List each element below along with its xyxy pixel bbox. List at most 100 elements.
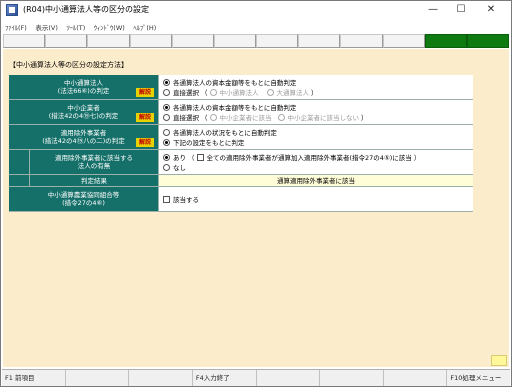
radio-icon [163,163,170,171]
option-label: 直接選択 [173,89,199,97]
row-value: あり （ 全ての適用除外事業者が通算加入適用除外事業者(措令27の4⑤)に該当 … [159,150,473,174]
window-title: (R04)中小通算法人等の区分の設定 [23,5,149,14]
row-value: 該当する [159,187,473,211]
option-label: 中小通算法人 [219,89,259,97]
menu-window[interactable]: ｳｨﾝﾄﾞｳ(W) [91,19,128,32]
kaisetsu-button[interactable]: 解説 [135,138,154,147]
menu-tools[interactable]: ﾂｰﾙ(T) [63,19,88,32]
fkey-f4[interactable]: F4入力終了 [193,370,257,386]
toolbar-button[interactable] [45,34,88,48]
toolbar-button[interactable] [213,34,257,48]
option-label: 中小企業者に該当しない [287,114,360,122]
fkey-f10[interactable]: F10処理メニュー [447,370,510,386]
radio-auto[interactable]: 各通算法人の資本金額等をもとに自動判定 [163,102,473,112]
checkbox-icon[interactable] [196,153,204,161]
row-value: 各通算法人の資本金額等をもとに自動判定 直接選択 （ 中小企業者に該当 中小企業… [159,100,473,124]
toolbar-button[interactable] [382,34,425,48]
toolbar-button[interactable] [256,34,299,48]
toolbar [3,34,510,48]
radio-icon [163,88,170,96]
label-line: 中小通算農業協同組合等 [47,191,120,199]
sub-label: 判定結果 [29,175,158,186]
menu-view[interactable]: 表示(V) [32,19,61,32]
row-nogyo-kyodo: 中小通算農業協同組合等 (措令27の4⑥) 該当する [9,187,473,212]
fkey-f3[interactable] [129,370,193,386]
radio-icon [163,138,170,146]
radio-nashi[interactable]: なし [163,162,473,172]
radio-icon [163,128,170,136]
label-line: 中小企業者 [67,104,100,112]
row-jogai-umu: 適用除外事業者に該当する 法人の有無 あり （ 全ての適用除外事業者が通算加入適… [9,150,473,175]
label-line: 適用除外事業者に該当する [55,154,133,162]
row-label: 中小企業者 (措法42の4⑲七)の判定 解説 [9,100,159,124]
fkey-f5[interactable] [257,370,321,386]
row-label: 中小通算農業協同組合等 (措令27の4⑥) [9,187,159,211]
settings-grid: 中小通算法人 (法法66⑥)の判定 解説 各通算法人の資本金額等をもとに自動判定… [9,75,473,212]
row-value: 各通算法人の資本金額等をもとに自動判定 直接選択 （ 中小通算法人 大通算法人 … [159,75,473,99]
maximize-button[interactable]: ☐ [447,2,475,18]
main-window: (R04)中小通算法人等の区分の設定 — ☐ ✕ ﾌｧｲﾙ(F) 表示(V) ﾂ… [0,0,512,387]
paren-open: （ [188,154,195,162]
fkey-f2[interactable] [66,370,130,386]
toolbar-button[interactable] [129,34,172,48]
radio-direct[interactable]: 直接選択 （ 中小企業者に該当 中小企業者に該当しない ） [163,112,473,122]
radio-icon [163,153,170,161]
row-label: 判定結果 [9,175,159,186]
toolbar-button[interactable] [298,34,341,48]
row-tekiyo-jogai: 適用除外事業者 (措法42の4⑲八の二)の判定 解説 各通算法人の状況をもとに自… [9,125,473,150]
row-label: 中小通算法人 (法法66⑥)の判定 解説 [9,75,159,99]
toolbar-button[interactable] [87,34,130,48]
row-value: 各通算法人の状況をもとに自動判定 下記の設定をもとに判定 [159,125,473,149]
radio-icon [163,103,170,111]
label-line: 適用除外事業者 [60,129,107,137]
content-area: 【中小通算法人等の区分の設定方法】 中小通算法人 (法法66⑥)の判定 解説 各… [3,49,509,367]
menu-file[interactable]: ﾌｧｲﾙ(F) [1,19,30,32]
checkbox-gaito[interactable]: 該当する [163,194,473,204]
minimize-button[interactable]: — [419,2,447,18]
kaisetsu-button[interactable]: 解説 [135,88,154,97]
fkey-f1[interactable]: F1 前項目 [2,370,66,386]
result-value: 通算適用除外事業者に該当 [159,175,473,186]
radio-auto[interactable]: 各通算法人の状況をもとに自動判定 [163,127,473,137]
status-indicator [491,355,507,366]
option-label: 各通算法人の資本金額等をもとに自動判定 [173,104,297,112]
option-label: 各通算法人の資本金額等をもとに自動判定 [173,79,297,87]
close-button[interactable]: ✕ [477,2,505,18]
fkey-f6[interactable] [320,370,384,386]
toolbar-button-active[interactable] [424,34,467,48]
paren-close: ） [413,154,421,162]
radio-icon[interactable] [266,88,274,96]
toolbar-button[interactable] [171,34,214,48]
label-line: (措令27の4⑥) [62,199,105,207]
radio-manual[interactable]: 下記の設定をもとに判定 [163,137,473,147]
radio-ari[interactable]: あり （ 全ての適用除外事業者が通算加入適用除外事業者(措令27の4⑤)に該当 … [163,152,473,162]
label-line: 判定結果 [81,176,107,185]
label-line: 法人の有無 [77,162,111,170]
menu-help[interactable]: ﾍﾙﾌﾟ(H) [130,19,159,32]
radio-icon [163,113,170,121]
radio-direct[interactable]: 直接選択 （ 中小通算法人 大通算法人 ） [163,87,473,97]
radio-icon[interactable] [209,113,217,121]
option-label: 直接選択 [173,114,199,122]
toolbar-button-active[interactable] [466,34,510,48]
paren-open: （ [201,114,208,122]
row-chusho-kigyo: 中小企業者 (措法42の4⑲七)の判定 解説 各通算法人の資本金額等をもとに自動… [9,100,473,125]
row-hantei-kekka: 判定結果 通算適用除外事業者に該当 [9,175,473,187]
option-label: あり [173,154,186,162]
option-label: 該当する [173,196,199,204]
kaisetsu-button[interactable]: 解説 [135,113,154,122]
menu-bar: ﾌｧｲﾙ(F) 表示(V) ﾂｰﾙ(T) ｳｨﾝﾄﾞｳ(W) ﾍﾙﾌﾟ(H) [1,19,511,33]
radio-icon[interactable] [277,113,285,121]
radio-auto[interactable]: 各通算法人の資本金額等をもとに自動判定 [163,77,473,87]
toolbar-button[interactable] [3,34,46,48]
row-label: 適用除外事業者に該当する 法人の有無 [9,150,159,174]
row-label: 適用除外事業者 (措法42の4⑲八の二)の判定 解説 [9,125,159,149]
fkey-f7[interactable] [384,370,448,386]
paren-close: ） [311,89,318,97]
app-icon [6,4,18,16]
toolbar-button[interactable] [340,34,383,48]
section-title: 【中小通算法人等の区分の設定方法】 [9,61,128,69]
checkbox-icon [163,195,170,203]
radio-icon[interactable] [209,88,217,96]
function-key-bar: F1 前項目 F4入力終了 F10処理メニュー [2,369,510,386]
